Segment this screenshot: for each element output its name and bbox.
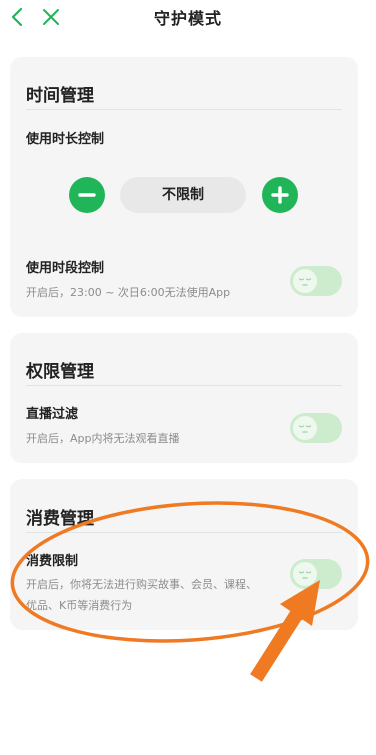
divider xyxy=(26,385,342,386)
increase-duration-button[interactable] xyxy=(262,177,298,213)
period-control-toggle[interactable] xyxy=(290,266,342,296)
live-filter-label: 直播过滤 xyxy=(26,407,79,422)
live-filter-desc: 开启后，App内将无法观看直播 xyxy=(26,432,180,445)
minus-icon xyxy=(78,193,96,197)
header-bar: 守护模式 xyxy=(0,0,376,34)
consumption-limit-desc-line2: 优品、K币等消费行为 xyxy=(26,599,133,612)
sleepy-face-icon xyxy=(298,278,312,286)
live-filter-toggle[interactable] xyxy=(290,413,342,443)
card-title: 时间管理 xyxy=(26,86,94,106)
consumption-limit-toggle[interactable] xyxy=(290,559,342,589)
divider xyxy=(26,532,342,533)
card-title: 消费管理 xyxy=(26,509,94,529)
duration-control-label: 使用时长控制 xyxy=(26,132,105,147)
consumption-limit-desc-line1: 开启后，你将无法进行购买故事、会员、课程、 xyxy=(26,578,257,591)
sleepy-face-icon xyxy=(298,571,312,579)
toggle-knob xyxy=(293,562,317,586)
period-control-desc: 开启后，23:00 ~ 次日6:00无法使用App xyxy=(26,286,231,299)
time-management-card: 时间管理 使用时长控制 不限制 使用时段控制 开启后，23:00 ~ 次日6:0… xyxy=(10,57,358,317)
consumption-management-card: 消费管理 消费限制 开启后，你将无法进行购买故事、会员、课程、 优品、K币等消费… xyxy=(10,479,358,630)
decrease-duration-button[interactable] xyxy=(69,177,105,213)
period-control-label: 使用时段控制 xyxy=(26,261,105,276)
duration-value: 不限制 xyxy=(120,177,246,213)
consumption-limit-label: 消费限制 xyxy=(26,554,79,569)
divider xyxy=(26,109,342,110)
sleepy-face-icon xyxy=(298,425,312,433)
toggle-knob xyxy=(293,416,317,440)
page-title: 守护模式 xyxy=(153,9,222,28)
card-title: 权限管理 xyxy=(26,362,94,382)
plus-icon xyxy=(271,186,289,204)
toggle-knob xyxy=(293,269,317,293)
permission-management-card: 权限管理 直播过滤 开启后，App内将无法观看直播 xyxy=(10,333,358,463)
